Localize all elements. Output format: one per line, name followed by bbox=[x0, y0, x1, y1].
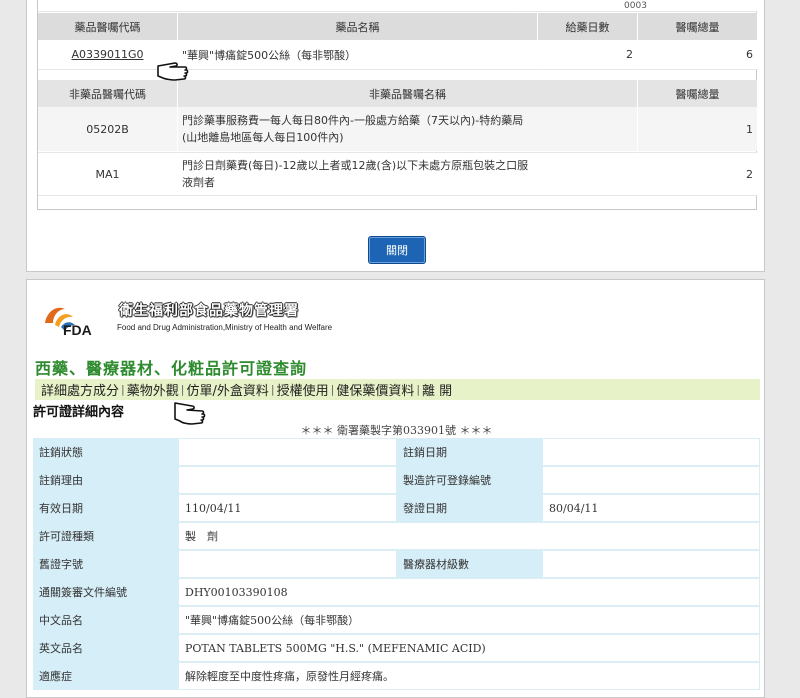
nav-link-prescription-ingredients[interactable]: 詳細處方成分 bbox=[41, 380, 119, 399]
prescription-detail-panel: 0003 藥品醫囑代碼 藥品名稱 給藥日數 醫囑總量 A0339011G0 "華… bbox=[26, 0, 765, 272]
license-type-label: 許可證種類 bbox=[33, 522, 179, 550]
en-name-value: POTAN TABLETS 500MG "H.S." (MEFENAMIC AC… bbox=[179, 634, 760, 662]
drug-code-header: 藥品醫囑代碼 bbox=[38, 13, 178, 40]
nav-separator: | bbox=[270, 383, 275, 396]
cancel-status-value bbox=[179, 438, 397, 466]
nondrug-name-line: 門診日劑藥費(每日)-12歲以上者或12歲(含)以下未處方原瓶包裝之口服 bbox=[182, 159, 529, 172]
nondrug-name-cell: 門診日劑藥費(每日)-12歲以上者或12歲(含)以下未處方原瓶包裝之口服 液劑者 bbox=[178, 152, 638, 196]
license-type-value: 製 劑 bbox=[179, 522, 760, 550]
table-row: 舊證字號 醫療器材級數 bbox=[33, 550, 760, 578]
issue-date-label: 發證日期 bbox=[397, 494, 543, 522]
prescription-grid: 0003 藥品醫囑代碼 藥品名稱 給藥日數 醫囑總量 A0339011G0 "華… bbox=[37, 0, 758, 210]
indication-value: 解除輕度至中度性疼痛，原發性月經疼痛。 bbox=[179, 662, 760, 690]
previous-row-cell bbox=[38, 0, 514, 12]
table-row: 適應症 解除輕度至中度性疼痛，原發性月經疼痛。 bbox=[33, 662, 760, 690]
nav-separator: | bbox=[416, 383, 421, 396]
page-title: 西藥、醫療器材、化粧品許可證查詢 bbox=[35, 359, 308, 378]
nondrug-total-header: 醫囑總量 bbox=[638, 80, 758, 107]
table-row: 註銷理由 製造許可登錄編號 bbox=[33, 466, 760, 494]
customs-doc-label: 通關簽審文件編號 bbox=[33, 578, 179, 606]
drug-total-header: 醫囑總量 bbox=[638, 13, 758, 40]
nondrug-name-line: (山地離島地區每人每日100件內) bbox=[182, 131, 344, 144]
license-number: ＊＊＊ 衛署藥製字第033901號 ＊＊＊ bbox=[300, 424, 493, 437]
drug-days-header: 給藥日數 bbox=[538, 13, 638, 40]
cancel-status-label: 註銷狀態 bbox=[33, 438, 179, 466]
drug-code-link[interactable]: A0339011G0 bbox=[71, 48, 143, 61]
cn-name-value: "華興"博痛錠500公絲（每非鄂酸） bbox=[179, 606, 760, 634]
close-button[interactable]: 關閉 bbox=[368, 236, 426, 264]
previous-row-value: 0003 bbox=[514, 0, 758, 12]
nondrug-name-line: 門診藥事服務費一每人每日80件內-一般處方給藥（7天以內)-特約藥局 bbox=[182, 114, 524, 127]
old-license-label: 舊證字號 bbox=[33, 550, 179, 578]
drug-name-header: 藥品名稱 bbox=[178, 13, 538, 40]
nav-link-exit[interactable]: 離 開 bbox=[422, 380, 452, 399]
device-class-label: 醫療器材級數 bbox=[397, 550, 543, 578]
issue-date-value: 80/04/11 bbox=[543, 494, 760, 522]
table-row: 有效日期 110/04/11 發證日期 80/04/11 bbox=[33, 494, 760, 522]
table-row: 註銷狀態 註銷日期 bbox=[33, 438, 760, 466]
table-row: 中文品名 "華興"博痛錠500公絲（每非鄂酸） bbox=[33, 606, 760, 634]
drug-name-cell: "華興"博痛錠500公絲（每非鄂酸） bbox=[178, 40, 538, 70]
en-name-label: 英文品名 bbox=[33, 634, 179, 662]
hand-pointer-icon bbox=[174, 402, 206, 425]
section-title: 許可證詳細內容 bbox=[33, 405, 125, 420]
drug-total-cell: 6 bbox=[638, 40, 758, 70]
valid-date-value: 110/04/11 bbox=[179, 494, 397, 522]
nondrug-name-line: 液劑者 bbox=[182, 176, 215, 189]
manufacture-reg-label: 製造許可登錄編號 bbox=[397, 466, 543, 494]
nav-link-authorization[interactable]: 授權使用 bbox=[277, 380, 329, 399]
indication-label: 適應症 bbox=[33, 662, 179, 690]
table-row: 通關簽審文件編號 DHY00103390108 bbox=[33, 578, 760, 606]
table-row: 英文品名 POTAN TABLETS 500MG "H.S." (MEFENAM… bbox=[33, 634, 760, 662]
nondrug-name-header: 非藥品醫囑名稱 bbox=[178, 80, 638, 107]
nav-separator: | bbox=[330, 383, 335, 396]
nondrug-total-cell: 1 bbox=[638, 107, 758, 151]
drug-days-cell: 2 bbox=[538, 40, 638, 70]
cn-name-label: 中文品名 bbox=[33, 606, 179, 634]
cancel-reason-value bbox=[179, 466, 397, 494]
hand-pointer-icon bbox=[157, 62, 189, 81]
license-info-panel: FDA 衛生福利部食品藥物管理署 Food and Drug Administr… bbox=[26, 279, 765, 698]
org-name-cn: 衛生福利部食品藥物管理署 bbox=[119, 303, 299, 319]
nav-link-nhi-price[interactable]: 健保藥價資料 bbox=[336, 380, 414, 399]
cancel-date-label: 註銷日期 bbox=[397, 438, 543, 466]
detail-nav-bar: 詳細處方成分 | 藥物外觀 | 仿單/外盒資料 | 授權使用 | 健保藥價資料 … bbox=[35, 379, 760, 400]
valid-date-label: 有效日期 bbox=[33, 494, 179, 522]
cancel-date-value bbox=[543, 438, 760, 466]
nondrug-total-cell: 2 bbox=[638, 152, 758, 196]
device-class-value bbox=[543, 550, 760, 578]
nondrug-code-cell: MA1 bbox=[38, 152, 178, 196]
fda-logo-text: FDA bbox=[63, 322, 92, 337]
fda-logo-icon: FDA bbox=[45, 307, 92, 337]
table-row: 許可證種類 製 劑 bbox=[33, 522, 760, 550]
customs-doc-value: DHY00103390108 bbox=[179, 578, 760, 606]
org-name-en: Food and Drug Administration,Ministry of… bbox=[117, 323, 333, 332]
manufacture-reg-value bbox=[543, 466, 760, 494]
nav-link-drug-appearance[interactable]: 藥物外觀 bbox=[127, 380, 179, 399]
nav-separator: | bbox=[121, 383, 125, 396]
nondrug-code-cell: 05202B bbox=[38, 107, 178, 151]
nondrug-name-cell: 門診藥事服務費一每人每日80件內-一般處方給藥（7天以內)-特約藥局 (山地離島… bbox=[178, 107, 638, 151]
old-license-value bbox=[179, 550, 397, 578]
cancel-reason-label: 註銷理由 bbox=[33, 466, 179, 494]
